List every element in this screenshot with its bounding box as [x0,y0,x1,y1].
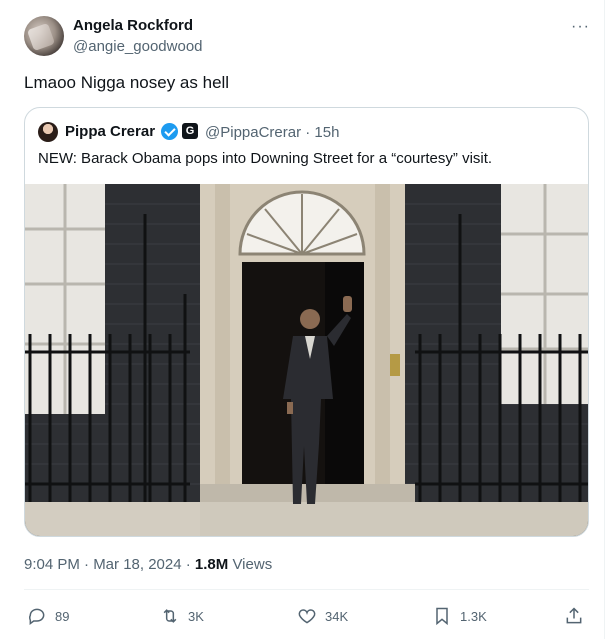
share-button[interactable] [564,605,584,627]
reply-button[interactable]: 89 [27,605,69,627]
views-label: Views [228,556,273,573]
author-name[interactable]: Angela Rockford [73,17,193,34]
bookmark-count: 1.3K [460,608,487,624]
more-icon[interactable]: ··· [571,18,590,36]
frame-border [604,0,605,639]
quote-photo[interactable] [25,184,589,537]
heart-icon [298,609,316,624]
quote-author-avatar [38,122,58,142]
tweet-text: Lmaoo Nigga nosey as hell [24,73,230,92]
quote-text: NEW: Barack Obama pops into Downing Stre… [38,150,493,167]
author-avatar[interactable] [24,16,64,56]
quoted-tweet[interactable]: Pippa Crerar G @PippaCrerar · 15h NEW: B… [24,107,589,537]
quote-author-handle: @PippaCrerar · 15h [205,124,340,141]
repost-icon [163,609,177,623]
quote-author-name: Pippa Crerar [65,123,156,140]
repost-count: 3K [188,608,204,624]
org-badge-icon: G [182,123,198,139]
bookmark-button[interactable]: 1.3K [432,605,487,627]
verified-icon [161,123,178,140]
tweet-meta: 9:04 PM · Mar 18, 2024 · 1.8M Views [24,556,272,573]
reply-icon [29,608,45,625]
repost-button[interactable]: 3K [160,605,204,627]
tweet-timestamp[interactable]: 9:04 PM · Mar 18, 2024 · [24,556,195,573]
author-handle[interactable]: @angie_goodwood [73,38,203,55]
divider [24,589,589,590]
share-icon [566,607,582,624]
views-count: 1.8M [194,556,229,573]
like-button[interactable]: 34K [297,605,348,627]
reply-count: 89 [55,608,70,624]
like-count: 34K [325,608,349,624]
bookmark-icon [436,607,448,626]
